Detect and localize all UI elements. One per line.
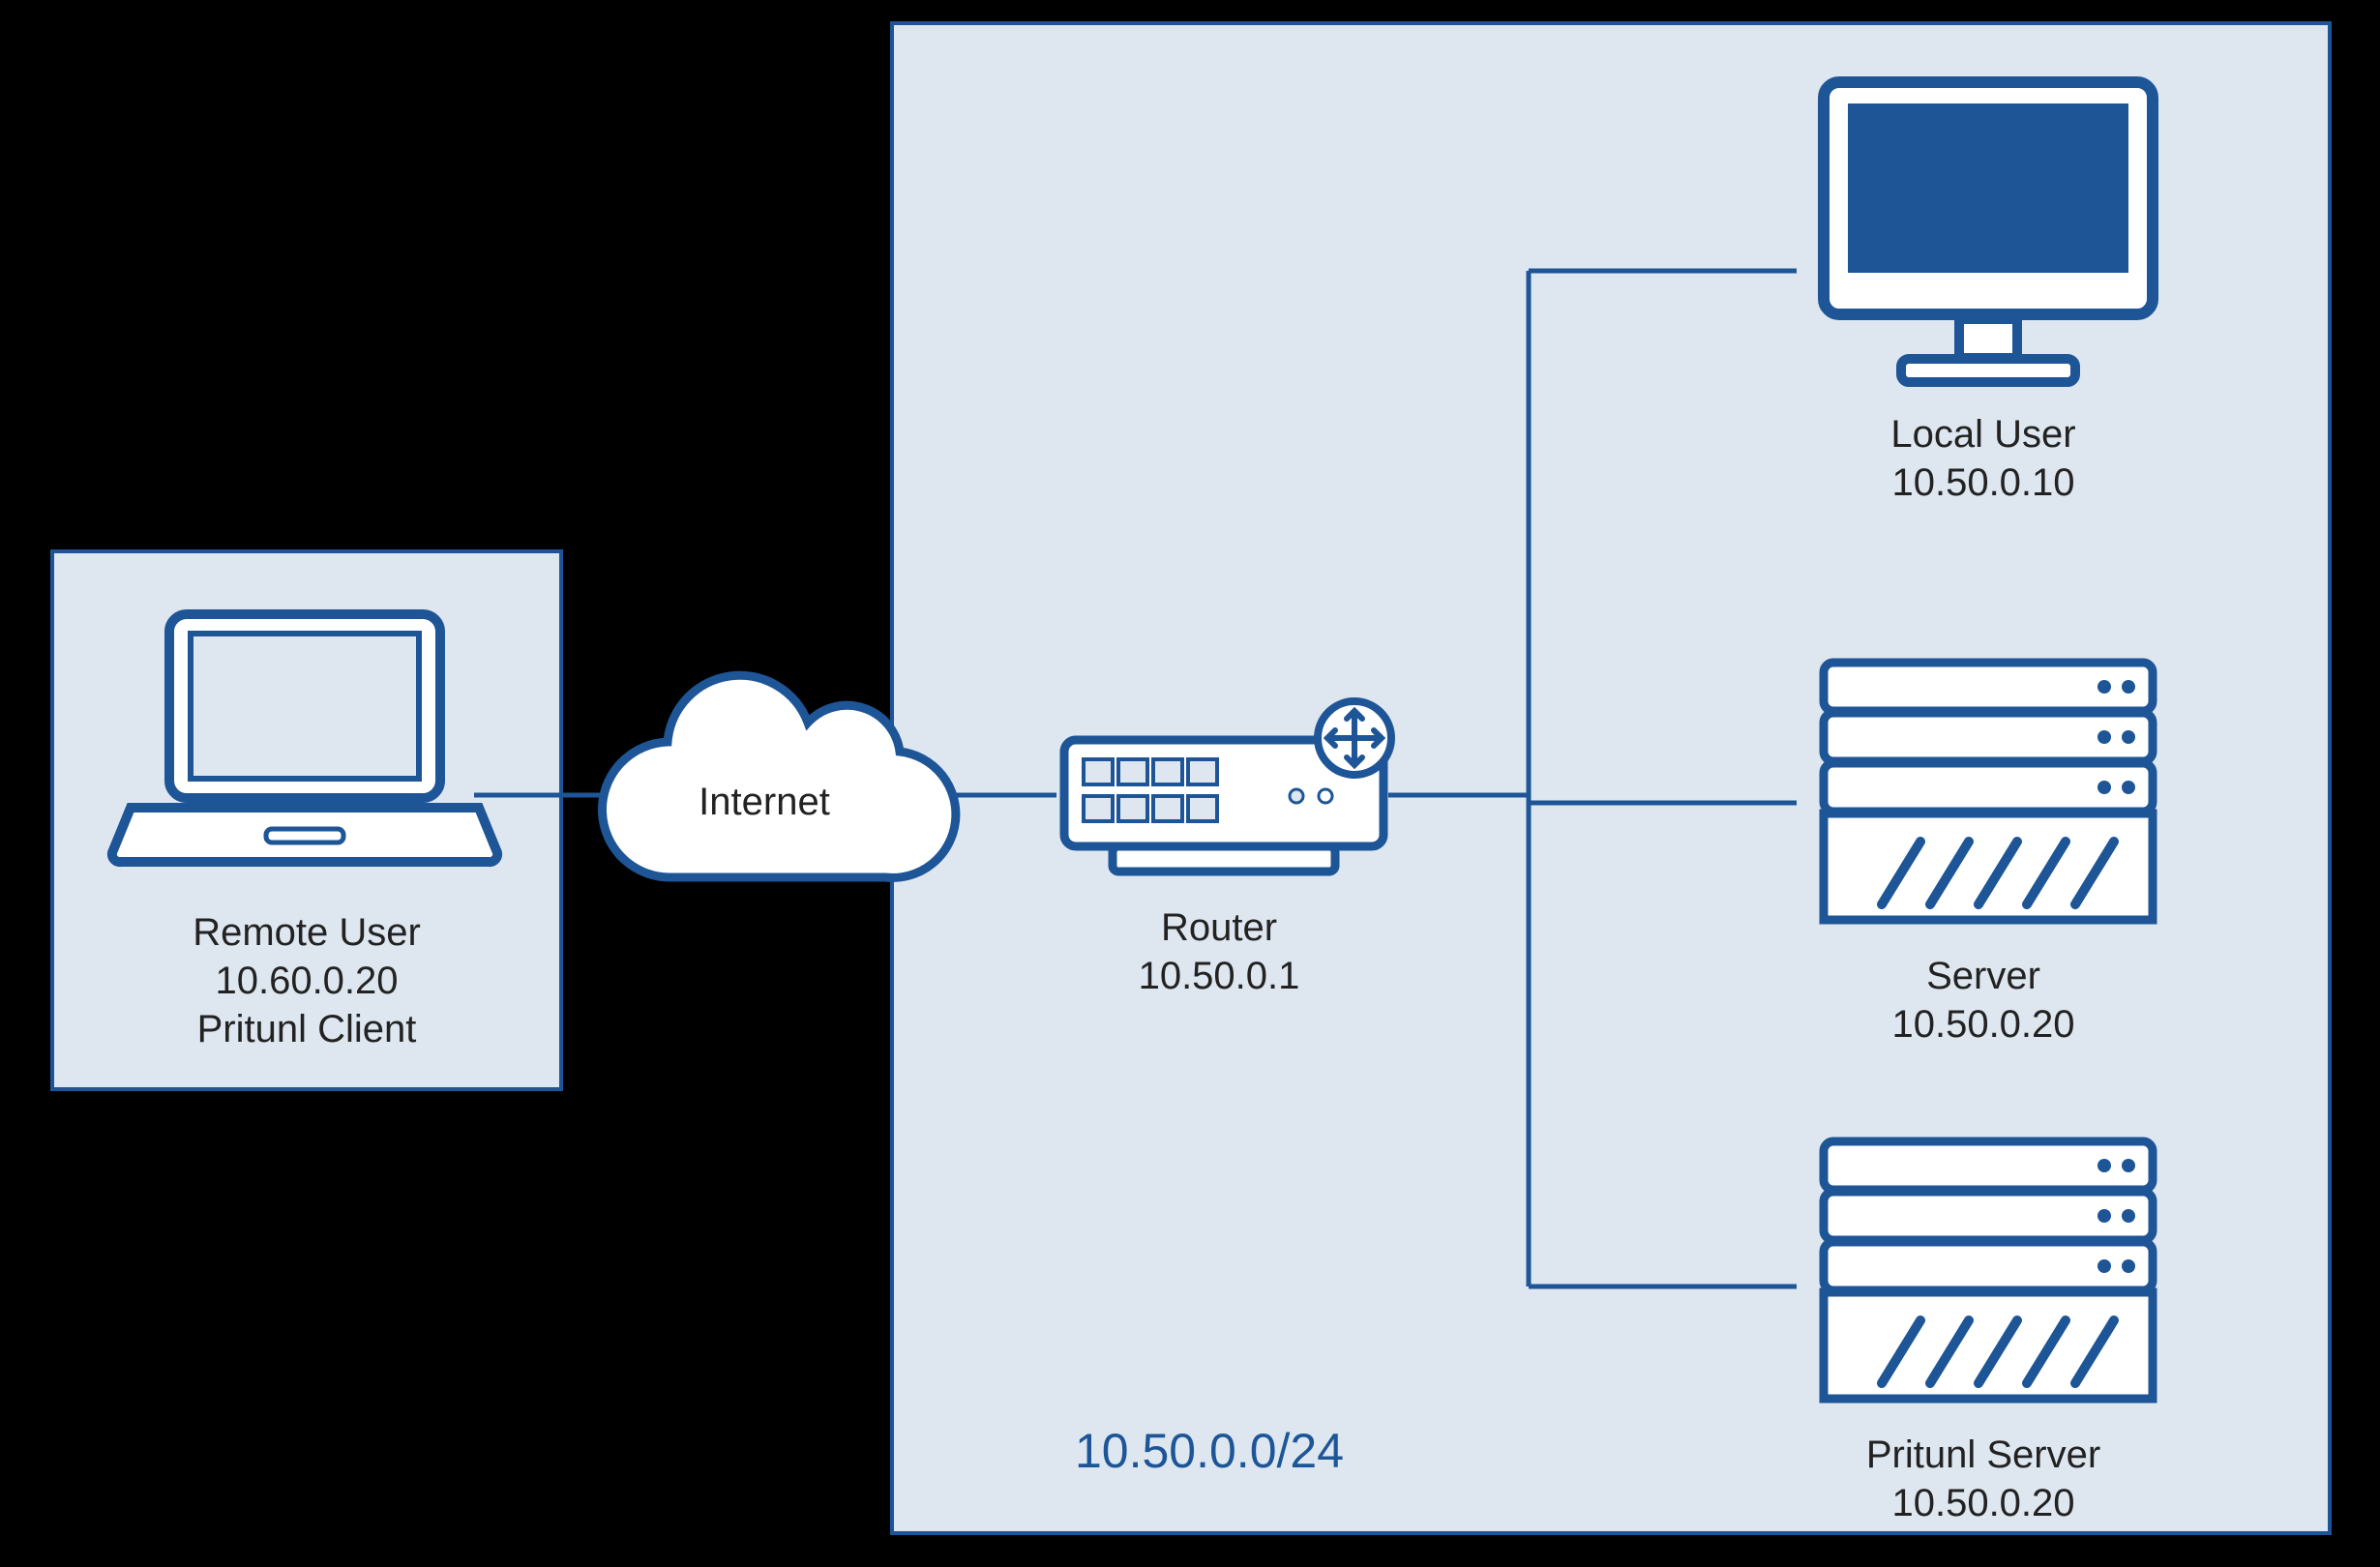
server-ip: 10.50.0.20: [1741, 1001, 2225, 1048]
remote-user-title: Remote User: [50, 909, 563, 956]
router-ip: 10.50.0.1: [1026, 953, 1413, 999]
server-title: Server: [1741, 953, 2225, 999]
pritunl-title: Pritunl Server: [1741, 1432, 2225, 1478]
laptop-icon: [102, 605, 508, 885]
internet-label: Internet: [699, 781, 830, 823]
server-icon: [1795, 653, 2182, 933]
localuser-ip: 10.50.0.10: [1741, 459, 2225, 506]
router-icon: [1055, 721, 1403, 885]
pritunl-server-icon: [1795, 1132, 2182, 1412]
router-title: Router: [1026, 904, 1413, 951]
diagram-canvas: Remote User 10.60.0.20 Pritunl Client In…: [0, 0, 2380, 1567]
subnet-cidr: 10.50.0.0/24: [967, 1422, 1451, 1480]
remote-user-ip: 10.60.0.20: [50, 958, 563, 1004]
cloud-icon: Internet: [580, 684, 967, 916]
pritunl-ip: 10.50.0.20: [1741, 1480, 2225, 1526]
localuser-title: Local User: [1741, 411, 2225, 458]
remote-user-sub: Pritunl Client: [50, 1006, 563, 1052]
monitor-icon: [1795, 73, 2182, 392]
